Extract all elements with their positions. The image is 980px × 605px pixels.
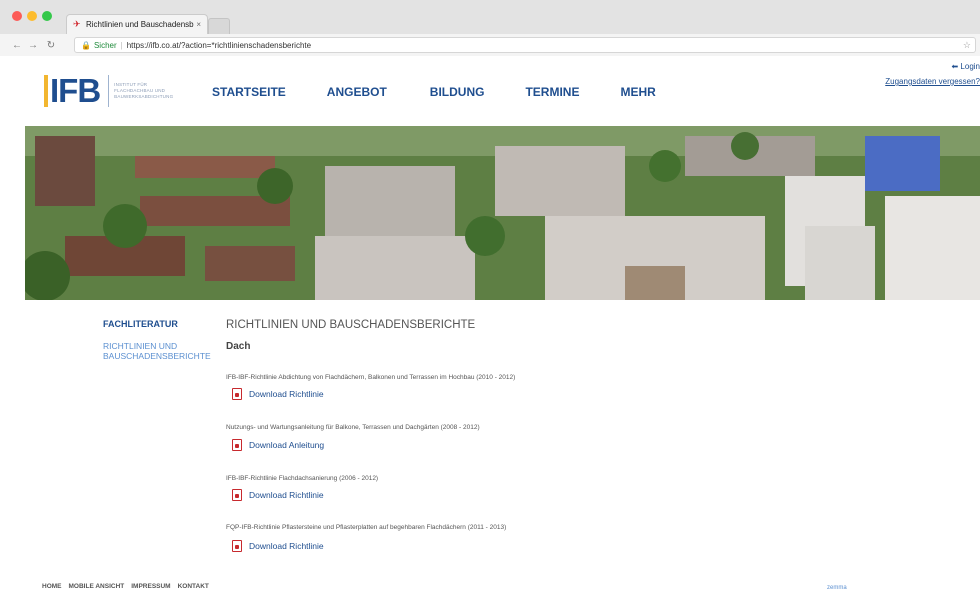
pdf-icon [232,489,242,501]
url-text: https://ifb.co.at/?action=*richtliniensc… [126,40,312,50]
tab-title: Richtlinien und Bauschadensb [86,20,194,29]
browser-chrome: ✈ Richtlinien und Bauschadensb × ← → ↻ 🔒… [0,0,980,56]
login-label: Login [960,62,980,71]
logo-subtitle: INSTITUT FÜR FLACHDACHBAU UND BAUWERKSAB… [108,75,173,107]
download-label: Download Anleitung [249,440,325,450]
close-window-button[interactable] [12,11,22,21]
address-bar[interactable]: 🔒 Sicher | https://ifb.co.at/?action=*ri… [74,37,976,53]
footer-link-home[interactable]: HOME [42,583,62,590]
minimize-window-button[interactable] [27,11,37,21]
logo-subtitle-line: BAUWERKSABDICHTUNG [114,94,174,99]
site-header: IFB INSTITUT FÜR FLACHDACHBAU UND BAUWER… [0,56,980,126]
login-link[interactable]: ⬅ Login [951,62,980,71]
tab-bar: ✈ Richtlinien und Bauschadensb × [0,0,980,34]
browser-tab[interactable]: ✈ Richtlinien und Bauschadensb × [66,14,208,34]
sidebar-item-fachliteratur[interactable]: FACHLITERATUR [103,319,178,329]
footer-link-kontakt[interactable]: KONTAKT [178,583,209,590]
document-title: IFB-IBF-Richtlinie Abdichtung von Flachd… [226,374,516,381]
section-heading: Dach [226,341,251,352]
close-tab-icon[interactable]: × [196,20,201,29]
nav-mehr[interactable]: MEHR [620,85,655,99]
zoom-window-button[interactable] [42,11,52,21]
document-title: FQP-IFB-Richtlinie Pflastersteine und Pf… [226,524,507,531]
url-separator: | [120,40,123,50]
pdf-icon [232,388,242,400]
ifb-logo[interactable]: IFB INSTITUT FÜR FLACHDACHBAU UND BAUWER… [44,72,173,109]
download-link[interactable]: Download Anleitung [232,439,324,451]
download-label: Download Richtlinie [249,490,324,500]
back-arrow-icon[interactable]: ← [10,40,24,51]
city-aerial-illustration [25,126,980,300]
logo-text: IFB [50,72,101,109]
footer-link-mobile[interactable]: MOBILE ANSICHT [69,583,125,590]
nav-angebot[interactable]: ANGEBOT [327,85,387,99]
browser-toolbar: ← → ↻ 🔒 Sicher | https://ifb.co.at/?acti… [0,34,980,56]
hero-image [25,126,980,300]
download-link[interactable]: Download Richtlinie [232,388,324,400]
logo-accent-bar [44,75,48,107]
nav-startseite[interactable]: STARTSEITE [212,85,286,99]
agency-logo[interactable]: zemma [827,585,847,591]
pdf-icon [232,540,242,552]
download-link[interactable]: Download Richtlinie [232,540,324,552]
bookmark-star-icon[interactable]: ☆ [963,40,971,51]
download-link[interactable]: Download Richtlinie [232,489,324,501]
nav-bildung[interactable]: BILDUNG [430,85,485,99]
new-tab-button[interactable] [208,18,230,34]
download-label: Download Richtlinie [249,541,324,551]
main-nav: STARTSEITE ANGEBOT BILDUNG TERMINE MEHR [212,85,656,99]
pdf-icon [232,439,242,451]
page-title: RICHTLINIEN UND BAUSCHADENSBERICHTE [226,319,476,331]
document-title: IFB-IBF-Richtlinie Flachdachsanierung (2… [226,475,379,482]
download-label: Download Richtlinie [249,389,324,399]
lock-icon: 🔒 [81,40,91,50]
footer-link-impressum[interactable]: IMPRESSUM [131,583,170,590]
reload-icon[interactable]: ↻ [44,40,58,51]
forgot-credentials-link[interactable]: Zugangsdaten vergessen? [885,77,980,86]
footer-nav: HOME MOBILE ANSICHT IMPRESSUM KONTAKT [42,583,216,590]
document-title: Nutzungs- und Wartungsanleitung für Balk… [226,424,480,431]
forward-arrow-icon[interactable]: → [26,40,40,51]
nav-termine[interactable]: TERMINE [525,85,579,99]
favicon-icon: ✈ [73,19,81,29]
secure-label: Sicher [93,40,117,50]
sidebar-item-richtlinien[interactable]: RICHTLINIEN UND BAUSCHADENSBERICHTE [103,341,213,361]
